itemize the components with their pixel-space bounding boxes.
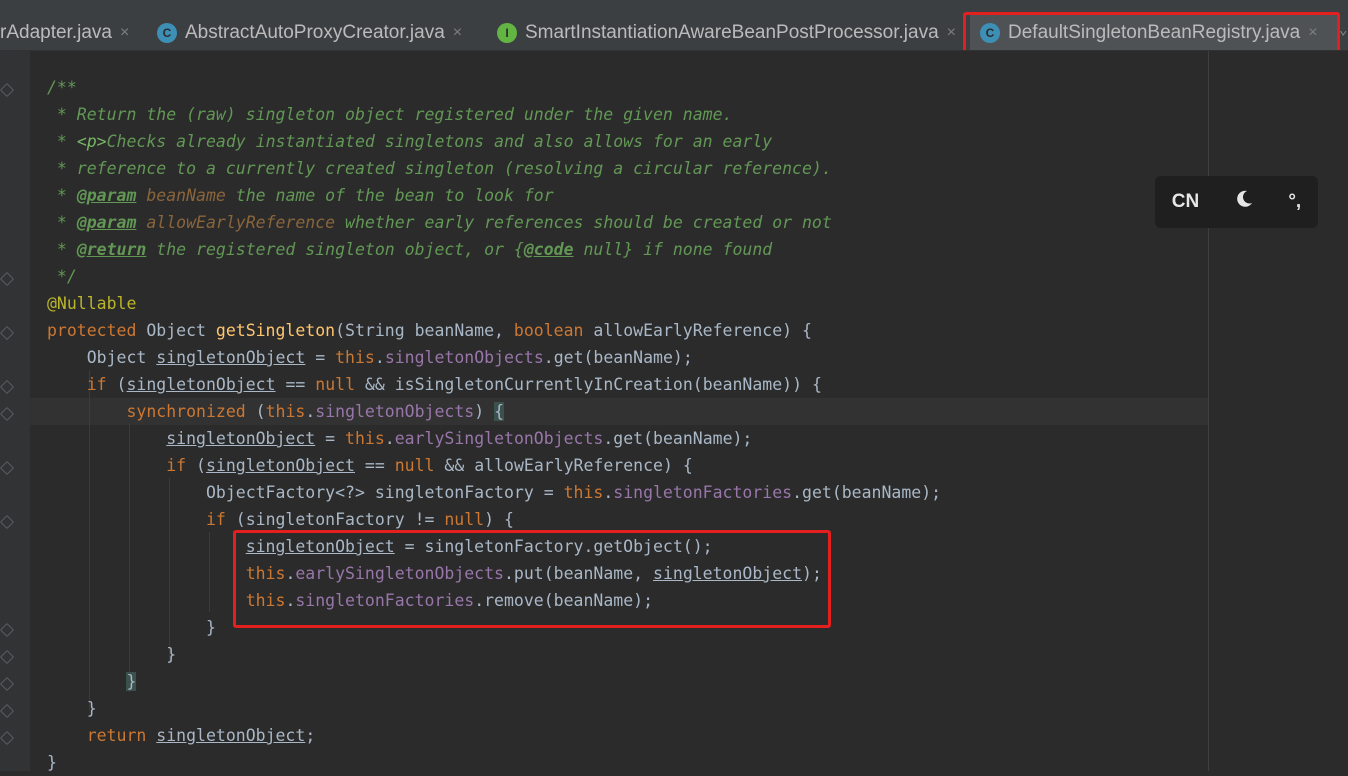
fold-icon[interactable] xyxy=(0,325,15,341)
fold-icon[interactable] xyxy=(0,460,15,476)
code-line: Object singletonObject = this.singletonO… xyxy=(86,348,693,367)
fold-icon[interactable] xyxy=(0,703,15,719)
tab-smart-instantiation-aware[interactable]: I SmartInstantiationAwareBeanPostProcess… xyxy=(487,14,966,50)
code-line: * <p>Checks already instantiated singlet… xyxy=(47,132,773,151)
punctuation-toggle[interactable]: °, xyxy=(1288,191,1301,213)
right-margin-guide xyxy=(1208,51,1209,771)
chevron-down-icon[interactable]: ⌄ xyxy=(1339,22,1347,38)
tab-label: rAdapter.java xyxy=(0,22,112,43)
tab-highlight-box xyxy=(963,12,1340,50)
fold-icon[interactable] xyxy=(0,379,15,395)
fold-icon[interactable] xyxy=(0,514,15,530)
code-line: } xyxy=(166,645,177,664)
code-line: * @param allowEarlyReference whether ear… xyxy=(47,213,832,232)
tab-abstract-auto-proxy-creator[interactable]: C AbstractAutoProxyCreator.java × xyxy=(147,14,472,50)
editor-tab-bar: rAdapter.java × C AbstractAutoProxyCreat… xyxy=(0,0,1348,51)
editor-gutter xyxy=(0,51,30,771)
code-line: * @param beanName the name of the bean t… xyxy=(47,186,554,205)
tab-label: AbstractAutoProxyCreator.java xyxy=(185,22,445,43)
close-icon[interactable]: × xyxy=(947,24,956,42)
code-line: } xyxy=(205,618,216,637)
fold-icon[interactable] xyxy=(0,82,15,98)
code-line: synchronized (this.singletonObjects) { xyxy=(126,402,505,421)
code-highlight-box xyxy=(233,530,831,628)
close-icon[interactable]: × xyxy=(120,24,129,42)
code-line: /** xyxy=(47,78,77,97)
fold-icon[interactable] xyxy=(0,730,15,746)
fold-icon[interactable] xyxy=(0,649,15,665)
code-line: } xyxy=(47,753,57,772)
close-icon[interactable]: × xyxy=(453,24,462,42)
code-line: @Nullable xyxy=(47,294,137,313)
code-line: * reference to a currently created singl… xyxy=(47,159,832,178)
class-icon: C xyxy=(157,23,177,43)
code-line: } xyxy=(86,699,97,718)
code-line: */ xyxy=(47,267,77,286)
ime-toolbar[interactable]: CN °, xyxy=(1155,176,1318,228)
fold-icon[interactable] xyxy=(0,622,15,638)
code-line: singletonObject = this.earlySingletonObj… xyxy=(166,429,753,448)
tab-label: SmartInstantiationAwareBeanPostProcessor… xyxy=(525,22,939,43)
code-line: * Return the (raw) singleton object regi… xyxy=(47,105,733,124)
code-line: } xyxy=(126,672,137,691)
code-line: return singletonObject; xyxy=(86,726,316,745)
code-line: ObjectFactory<?> singletonFactory = this… xyxy=(205,483,942,502)
language-toggle[interactable]: CN xyxy=(1172,191,1199,213)
code-line: protected Object getSingleton(String bea… xyxy=(47,321,812,340)
code-line: if (singletonFactory != null) { xyxy=(205,510,514,529)
code-line: * @return the registered singleton objec… xyxy=(47,240,773,259)
fold-icon[interactable] xyxy=(0,271,15,287)
code-line: if (singletonObject == null && isSinglet… xyxy=(86,375,822,394)
tab-adapter[interactable]: rAdapter.java × xyxy=(0,14,139,50)
fold-icon[interactable] xyxy=(0,676,15,692)
moon-icon[interactable] xyxy=(1233,188,1255,216)
code-line: if (singletonObject == null && allowEarl… xyxy=(166,456,693,475)
fold-icon[interactable] xyxy=(0,406,15,422)
interface-icon: I xyxy=(497,23,517,43)
